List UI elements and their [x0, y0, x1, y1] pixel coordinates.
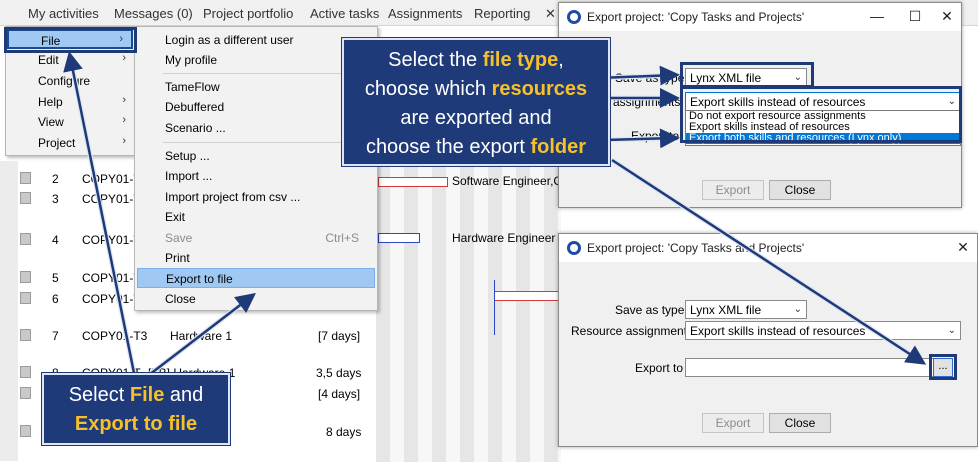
menu-item-exit[interactable]: Exit [137, 207, 375, 227]
chevron-right-icon: › [122, 114, 126, 126]
menu-item-setup[interactable]: Setup ... [137, 146, 375, 166]
callout-select-file: Select File and Export to file [42, 373, 230, 445]
task-resource: Hardware 1 [170, 329, 233, 343]
task-duration: 8 days [326, 425, 362, 439]
row-number: 3 [52, 192, 59, 206]
menu-separator [163, 73, 371, 74]
highlight-save-as-type [680, 62, 814, 88]
row-number: 4 [52, 233, 59, 247]
close-button[interactable]: Close [769, 180, 831, 200]
resource-assignments-select[interactable]: Export skills instead of resources ⌄ [685, 321, 961, 340]
row-gutter [0, 161, 18, 461]
close-button[interactable]: Close [769, 413, 831, 433]
task-id: COPY01-T3 [82, 329, 148, 343]
task-id: COPY01-T [82, 292, 141, 306]
gantt-bar[interactable] [378, 177, 448, 187]
gantt-resource-label: Hardware Engineer [452, 231, 556, 245]
callout-select-file-type: Select the file type, choose which resou… [342, 38, 610, 166]
chevron-down-icon: ⌄ [793, 304, 802, 315]
menu-messages[interactable]: Messages (0) [114, 6, 193, 21]
menu-item-tameflow[interactable]: TameFlow [137, 77, 375, 97]
task-duration: [7 days] [318, 329, 361, 343]
chevron-right-icon: › [122, 135, 126, 147]
dialog-title: Export project: 'Copy Tasks and Projects… [587, 241, 805, 255]
task-icon [20, 192, 31, 204]
export-folder-input[interactable] [685, 358, 935, 377]
dialog-title-bar: Export project: 'Copy Tasks and Projects… [559, 234, 977, 262]
menu-separator [163, 142, 371, 143]
task-id: COPY01-T [82, 271, 141, 285]
row-number: 7 [52, 329, 59, 343]
menu-assignments[interactable]: Assignments [388, 6, 462, 21]
menu-item-debuffered[interactable]: Debuffered [137, 97, 375, 117]
highlight-resource-options [680, 86, 962, 143]
dialog-title-bar: Export project: 'Copy Tasks and Projects… [559, 3, 961, 31]
menu-item-help[interactable]: Help › [6, 92, 134, 112]
table-row[interactable]: 7 COPY01-T3 Hardware 1 [7 days] [18, 324, 370, 348]
maximize-icon[interactable]: ☐ [903, 6, 927, 26]
menu-item-my-profile[interactable]: My profile [137, 50, 375, 70]
menu-active-tasks[interactable]: Active tasks [310, 6, 379, 21]
menu-item-configure[interactable]: Configure [6, 71, 134, 91]
menu-item-project[interactable]: Project › [6, 133, 134, 153]
menu-item-save[interactable]: Save Ctrl+S [137, 228, 375, 248]
app-logo-icon [567, 10, 581, 24]
close-icon[interactable]: ✕ [951, 237, 975, 257]
highlight-browse-button [929, 354, 957, 380]
export-to-label: Export to [635, 361, 684, 375]
gantt-bar[interactable] [378, 233, 420, 243]
row-number: 2 [52, 172, 59, 186]
shortcut-label: Ctrl+S [325, 231, 359, 245]
chevron-down-icon: ⌄ [947, 325, 956, 336]
minimize-icon[interactable]: — [865, 6, 889, 26]
menu-project-portfolio[interactable]: Project portfolio [203, 6, 293, 21]
close-icon[interactable]: ✕ [935, 6, 959, 26]
menu-item-export-to-file[interactable]: Export to file [137, 268, 375, 288]
task-icon [20, 329, 31, 341]
menu-item-edit[interactable]: Edit › [6, 50, 134, 70]
export-dialog-bottom: Export project: 'Copy Tasks and Projects… [558, 233, 978, 447]
resource-assignments-label: Resource assignments [571, 324, 694, 338]
task-icon [20, 233, 31, 245]
gantt-resource-label: Software Engineer,C [452, 174, 563, 188]
menu-reporting[interactable]: Reporting [474, 6, 530, 21]
export-button[interactable]: Export [702, 413, 764, 433]
task-icon [20, 172, 31, 184]
menu-item-import-csv[interactable]: Import project from csv ... [137, 187, 375, 207]
menu-item-scenario[interactable]: Scenario ... [137, 118, 375, 138]
save-as-type-label: Save as type [615, 303, 685, 317]
task-icon [20, 387, 31, 399]
row-number: 5 [52, 271, 59, 285]
task-duration: [4 days] [318, 387, 361, 401]
save-as-type-label: Save as type [615, 71, 685, 85]
chevron-right-icon: › [122, 52, 126, 64]
app-logo-icon [567, 241, 581, 255]
export-to-label: Export to [631, 129, 680, 143]
menu-item-login[interactable]: Login as a different user [137, 30, 375, 50]
highlight-file-menu [4, 27, 137, 53]
task-id: COPY01-T [82, 192, 141, 206]
task-icon [20, 425, 31, 437]
menu-item-view[interactable]: View › [6, 112, 134, 132]
menu-my-activities[interactable]: My activities [28, 6, 99, 21]
gantt-chart: Software Engineer,C Hardware Engineer [376, 140, 563, 462]
task-icon [20, 271, 31, 283]
menu-item-import[interactable]: Import ... [137, 166, 375, 186]
menu-item-print[interactable]: Print [137, 248, 375, 268]
gantt-dependency-line [494, 280, 495, 335]
chevron-right-icon: › [122, 94, 126, 106]
row-number: 6 [52, 292, 59, 306]
task-duration: 3,5 days [316, 366, 362, 380]
close-tab-icon[interactable]: ✕ [545, 6, 556, 22]
export-button[interactable]: Export [702, 180, 764, 200]
resource-assignments-label: assignments [613, 95, 681, 109]
task-icon [20, 292, 31, 304]
menu-item-close[interactable]: Close [137, 289, 375, 309]
dialog-title: Export project: 'Copy Tasks and Projects… [587, 10, 805, 24]
task-icon [20, 366, 31, 378]
save-as-type-select[interactable]: Lynx XML file ⌄ [685, 300, 807, 319]
gantt-bar[interactable] [494, 291, 561, 301]
task-id: COPY01-T [82, 172, 141, 186]
